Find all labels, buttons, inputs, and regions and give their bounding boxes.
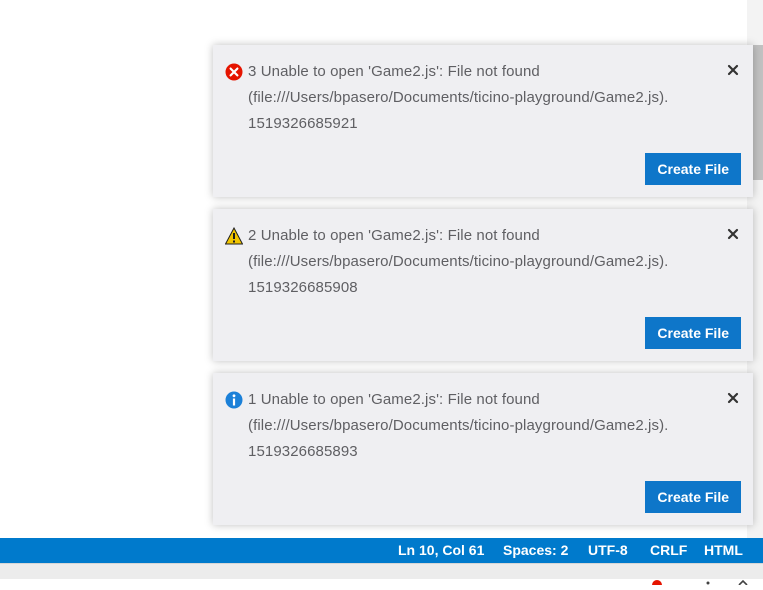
notification-message: 1 Unable to open 'Game2.js': File not fo… xyxy=(248,387,718,465)
status-language-mode[interactable]: HTML xyxy=(704,538,743,563)
notification-message: 2 Unable to open 'Game2.js': File not fo… xyxy=(248,223,718,301)
status-bar: Ln 10, Col 61 Spaces: 2 UTF-8 CRLF HTML xyxy=(0,538,763,563)
close-icon[interactable] xyxy=(725,62,741,78)
status-line-ending[interactable]: CRLF xyxy=(650,538,687,563)
notification-toast-info: 1 Unable to open 'Game2.js': File not fo… xyxy=(213,373,753,525)
message-line: 2 Unable to open 'Game2.js': File not fo… xyxy=(248,227,540,244)
create-file-button[interactable]: Create File xyxy=(645,317,741,349)
message-line: (file:///Users/bpasero/Documents/ticino-… xyxy=(248,417,669,434)
close-icon[interactable] xyxy=(725,226,741,242)
message-line: 1519326685908 xyxy=(248,279,358,296)
notification-toast-warning: 2 Unable to open 'Game2.js': File not fo… xyxy=(213,209,753,361)
create-file-button[interactable]: Create File xyxy=(645,481,741,513)
create-file-button[interactable]: Create File xyxy=(645,153,741,185)
notification-toast-error: 3 Unable to open 'Game2.js': File not fo… xyxy=(213,45,753,197)
status-indentation[interactable]: Spaces: 2 xyxy=(503,538,568,563)
notification-message: 3 Unable to open 'Game2.js': File not fo… xyxy=(248,59,718,137)
status-cursor-position[interactable]: Ln 10, Col 61 xyxy=(398,538,484,563)
message-line: 1519326685921 xyxy=(248,115,358,132)
status-encoding[interactable]: UTF-8 xyxy=(588,538,628,563)
close-icon[interactable] xyxy=(725,390,741,406)
more-actions-icon[interactable] xyxy=(706,572,710,590)
message-line: 1519326685893 xyxy=(248,443,358,460)
error-icon xyxy=(225,63,243,81)
close-panel-icon[interactable] xyxy=(738,572,748,590)
problems-error-icon[interactable] xyxy=(652,572,662,590)
message-line: 3 Unable to open 'Game2.js': File not fo… xyxy=(248,63,540,80)
message-line: (file:///Users/bpasero/Documents/ticino-… xyxy=(248,89,669,106)
panel-header-strip xyxy=(0,563,763,586)
message-line: (file:///Users/bpasero/Documents/ticino-… xyxy=(248,253,669,270)
warning-icon xyxy=(224,226,244,245)
message-line: 1 Unable to open 'Game2.js': File not fo… xyxy=(248,391,540,408)
info-icon xyxy=(225,391,243,409)
